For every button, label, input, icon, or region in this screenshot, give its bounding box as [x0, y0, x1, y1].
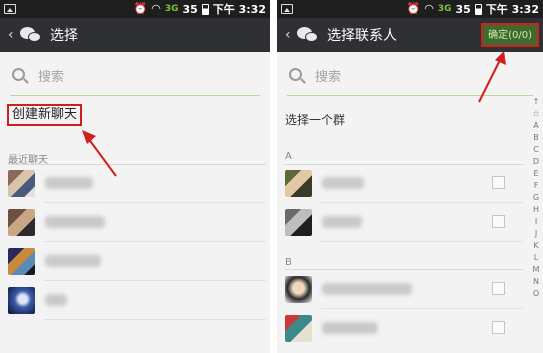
back-icon[interactable]: ‹ — [8, 27, 18, 43]
row-divider — [44, 280, 266, 281]
alphabet-index-letter[interactable]: K — [531, 240, 541, 252]
contact-name — [322, 177, 364, 189]
alphabet-index-letter[interactable]: J — [531, 228, 541, 240]
section-header-a: A — [285, 151, 292, 162]
signal-icon: 3G — [437, 4, 452, 14]
status-bar: ⏰ ◠ 3G 35 下午 3:32 — [0, 0, 270, 18]
contact-checkbox[interactable] — [492, 321, 505, 334]
section-header-b: B — [285, 257, 292, 268]
list-item[interactable] — [8, 242, 101, 280]
alphabet-index-letter[interactable]: A — [531, 120, 541, 132]
avatar — [285, 275, 312, 303]
avatar — [8, 169, 35, 197]
search-icon — [12, 68, 25, 81]
alphabet-index[interactable]: ↑ ☆ A B C D E F G H I J K L M N O — [531, 96, 541, 300]
avatar — [8, 208, 35, 236]
alarm-icon: ⏰ — [133, 2, 148, 15]
status-time: 下午 3:32 — [485, 3, 539, 16]
title-bar: ‹ 选择联系人 确定(0/0) — [277, 18, 543, 52]
create-new-chat-button[interactable]: 创建新聊天 — [7, 104, 83, 126]
select-group-button[interactable]: 选择一个群 — [285, 111, 345, 128]
battery-level: 35 — [182, 2, 198, 16]
alphabet-index-letter[interactable]: E — [531, 168, 541, 180]
page-title: 选择 — [50, 28, 78, 44]
status-bar: ⏰ ◠ 3G 35 下午 3:32 — [277, 0, 543, 18]
title-bar: ‹ 选择 — [0, 18, 270, 52]
alphabet-index-letter[interactable]: G — [531, 192, 541, 204]
contact-checkbox[interactable] — [492, 215, 505, 228]
alphabet-index-letter[interactable]: B — [531, 132, 541, 144]
search-input[interactable] — [38, 66, 238, 86]
wifi-icon: ◠ — [151, 2, 161, 15]
alphabet-index-letter[interactable]: F — [531, 180, 541, 192]
list-item[interactable] — [8, 203, 105, 241]
contact-name — [45, 216, 105, 228]
alphabet-index-letter[interactable]: D — [531, 156, 541, 168]
contact-name — [45, 255, 101, 267]
alphabet-index-letter[interactable]: O — [531, 288, 541, 300]
row-divider — [321, 241, 523, 242]
wechat-icon[interactable] — [297, 25, 321, 45]
alphabet-index-letter[interactable]: L — [531, 252, 541, 264]
signal-icon: 3G — [164, 4, 179, 14]
avatar — [285, 314, 312, 342]
select-contacts-screen: ⏰ ◠ 3G 35 下午 3:32 ‹ 选择联系人 确定(0/0) 选择一个群 … — [277, 0, 543, 353]
back-icon[interactable]: ‹ — [285, 27, 295, 43]
battery-icon — [201, 3, 209, 15]
avatar — [285, 208, 312, 236]
contact-checkbox[interactable] — [492, 282, 505, 295]
alphabet-index-letter[interactable]: I — [531, 216, 541, 228]
status-time: 下午 3:32 — [212, 3, 266, 16]
page-title: 选择联系人 — [327, 28, 397, 44]
alphabet-index-letter[interactable]: N — [531, 276, 541, 288]
battery-level: 35 — [455, 2, 471, 16]
avatar — [8, 286, 35, 314]
alphabet-index-letter[interactable]: H — [531, 204, 541, 216]
annotation-arrow — [478, 51, 506, 103]
row-divider — [44, 319, 266, 320]
alphabet-index-letter[interactable]: ☆ — [531, 108, 541, 120]
wifi-icon: ◠ — [424, 2, 434, 15]
alphabet-index-letter[interactable]: C — [531, 144, 541, 156]
contact-name — [322, 283, 412, 295]
select-screen: ⏰ ◠ 3G 35 下午 3:32 ‹ 选择 创建新聊天 最近聊天 — [0, 0, 270, 353]
list-item[interactable] — [285, 164, 364, 202]
avatar — [8, 247, 35, 275]
list-item[interactable] — [8, 281, 67, 319]
picture-icon — [281, 4, 293, 14]
list-item[interactable] — [285, 203, 362, 241]
annotation-arrow — [82, 130, 117, 177]
contact-checkbox[interactable] — [492, 176, 505, 189]
list-item[interactable] — [285, 309, 378, 347]
picture-icon — [4, 4, 16, 14]
contact-name — [322, 216, 362, 228]
wechat-icon[interactable] — [20, 25, 44, 45]
screenshot-stage: ⏰ ◠ 3G 35 下午 3:32 ‹ 选择 创建新聊天 最近聊天 — [0, 0, 543, 353]
contact-name — [322, 322, 378, 334]
alphabet-index-letter[interactable]: ↑ — [531, 96, 541, 108]
search-box[interactable] — [10, 60, 260, 96]
list-item[interactable] — [285, 270, 412, 308]
battery-icon — [474, 3, 482, 15]
confirm-button[interactable]: 确定(0/0) — [481, 23, 539, 47]
avatar — [285, 169, 312, 197]
contact-name — [45, 294, 67, 306]
alarm-icon: ⏰ — [406, 2, 421, 15]
search-icon — [289, 68, 302, 81]
alphabet-index-letter[interactable]: M — [531, 264, 541, 276]
